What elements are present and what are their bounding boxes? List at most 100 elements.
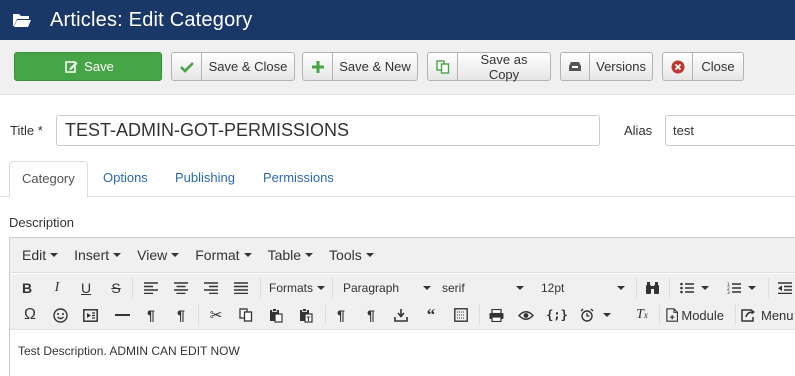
check-icon [172, 53, 202, 80]
save-close-label: Save & Close [208, 59, 288, 74]
caret-down-icon [305, 253, 314, 257]
menu-view[interactable]: View [129, 247, 187, 263]
separator [669, 278, 670, 298]
page-title: Articles: Edit Category [50, 8, 253, 31]
copy-icon [428, 53, 458, 80]
block-format-select[interactable]: Paragraph [343, 277, 435, 299]
visual-blocks-icon[interactable]: ¶ [363, 304, 379, 326]
copy-icon[interactable] [238, 304, 254, 326]
folder-open-icon [12, 12, 32, 28]
versions-button[interactable]: Versions [560, 52, 653, 81]
tab-permissions[interactable]: Permissions [251, 161, 346, 197]
close-circle-icon [663, 53, 693, 80]
block-format-value: Paragraph [343, 281, 400, 295]
preview-eye-icon[interactable] [518, 304, 534, 326]
required-marker: * [34, 123, 43, 138]
media-icon[interactable] [82, 304, 98, 326]
title-label-text: Title [10, 123, 35, 138]
caret-down-icon [516, 286, 524, 290]
caret-down-icon [365, 253, 374, 257]
menu-edit-label: Edit [22, 247, 47, 263]
save-copy-button[interactable]: Save as Copy [427, 51, 551, 82]
save-button-label: Save [84, 59, 114, 74]
tab-bar: Category Options Publishing Permissions [0, 161, 795, 198]
separator [325, 305, 326, 325]
title-input[interactable]: TEST-ADMIN-GOT-PERMISSIONS [56, 115, 600, 146]
align-center-icon[interactable] [173, 277, 189, 299]
alias-input[interactable]: test [665, 115, 795, 146]
find-replace-icon[interactable] [644, 277, 660, 299]
visual-chars-icon[interactable]: ¶ [333, 304, 349, 326]
clear-formatting-icon[interactable]: Tx [634, 304, 650, 326]
insert-datetime-icon[interactable] [393, 304, 409, 326]
bold-icon[interactable]: B [20, 277, 34, 299]
tab-options[interactable]: Options [91, 161, 160, 197]
numbered-list-icon[interactable]: 123 [726, 277, 756, 299]
save-new-button[interactable]: Save & New [302, 52, 418, 81]
emoticon-icon[interactable] [52, 304, 68, 326]
caret-down-icon [243, 253, 252, 257]
editor-menubar: Edit Insert View Format Table Tools [10, 238, 795, 273]
ltr-icon[interactable]: ¶ [143, 304, 159, 326]
separator [332, 278, 333, 298]
caret-down-icon [423, 286, 431, 290]
menu-button[interactable]: Menu [741, 304, 795, 326]
menu-insert-label: Insert [74, 247, 110, 263]
menu-insert[interactable]: Insert [66, 247, 129, 263]
edit-icon [62, 53, 80, 80]
close-button[interactable]: Close [662, 52, 744, 81]
outdent-icon[interactable] [777, 277, 793, 299]
font-size-select[interactable]: 12pt [541, 277, 629, 299]
caret-down-icon [747, 286, 756, 290]
caret-down-icon [317, 286, 326, 290]
blockquote-icon[interactable]: “ [423, 304, 439, 326]
page-header: Articles: Edit Category [0, 0, 795, 40]
save-copy-label: Save as Copy [480, 51, 528, 82]
menu-view-label: View [137, 247, 168, 263]
caret-down-icon [602, 313, 611, 317]
menu-edit[interactable]: Edit [14, 247, 66, 263]
italic-icon[interactable]: I [50, 277, 64, 299]
caret-down-icon [617, 286, 625, 290]
strikethrough-icon[interactable]: S [109, 277, 123, 299]
archive-icon [561, 53, 591, 80]
tab-category[interactable]: Category [9, 161, 88, 198]
code-sample-icon[interactable]: {;} [546, 304, 568, 326]
paste-icon[interactable] [268, 304, 284, 326]
font-family-select[interactable]: serif [442, 277, 528, 299]
action-toolbar: Save Save & Close Save & New Save as Cop… [0, 40, 795, 95]
template-icon[interactable] [453, 304, 469, 326]
versions-label: Versions [596, 59, 646, 74]
separator [735, 305, 736, 325]
underline-icon[interactable]: U [79, 277, 93, 299]
bullet-list-icon[interactable] [679, 277, 709, 299]
separator [479, 305, 480, 325]
menu-table[interactable]: Table [260, 247, 321, 263]
rtl-icon[interactable]: ¶ [173, 304, 189, 326]
caret-down-icon [171, 253, 180, 257]
align-justify-icon[interactable] [233, 277, 249, 299]
menu-tools[interactable]: Tools [321, 247, 382, 263]
module-button[interactable]: Module [666, 304, 724, 326]
title-label: Title * [10, 123, 43, 138]
menu-label: Menu [761, 307, 794, 323]
formats-dropdown[interactable]: Formats [269, 277, 331, 299]
editor-content[interactable]: Test Description. ADMIN CAN EDIT NOW [18, 344, 240, 358]
save-close-button[interactable]: Save & Close [171, 52, 295, 81]
omega-icon[interactable]: Ω [22, 304, 38, 326]
align-left-icon[interactable] [143, 277, 159, 299]
tab-publishing[interactable]: Publishing [163, 161, 247, 197]
cut-icon[interactable]: ✂ [208, 304, 224, 326]
separator [260, 278, 261, 298]
alarm-clock-icon[interactable] [578, 304, 612, 326]
paste-text-icon[interactable]: T [298, 304, 314, 326]
alias-label: Alias [624, 123, 653, 138]
menu-table-label: Table [267, 247, 302, 263]
print-icon[interactable] [488, 304, 504, 326]
menu-format[interactable]: Format [187, 247, 259, 263]
separator [132, 278, 133, 298]
save-button[interactable]: Save [14, 52, 162, 81]
horizontal-rule-icon[interactable] [114, 304, 130, 326]
align-right-icon[interactable] [203, 277, 219, 299]
formats-label: Formats [269, 281, 314, 295]
